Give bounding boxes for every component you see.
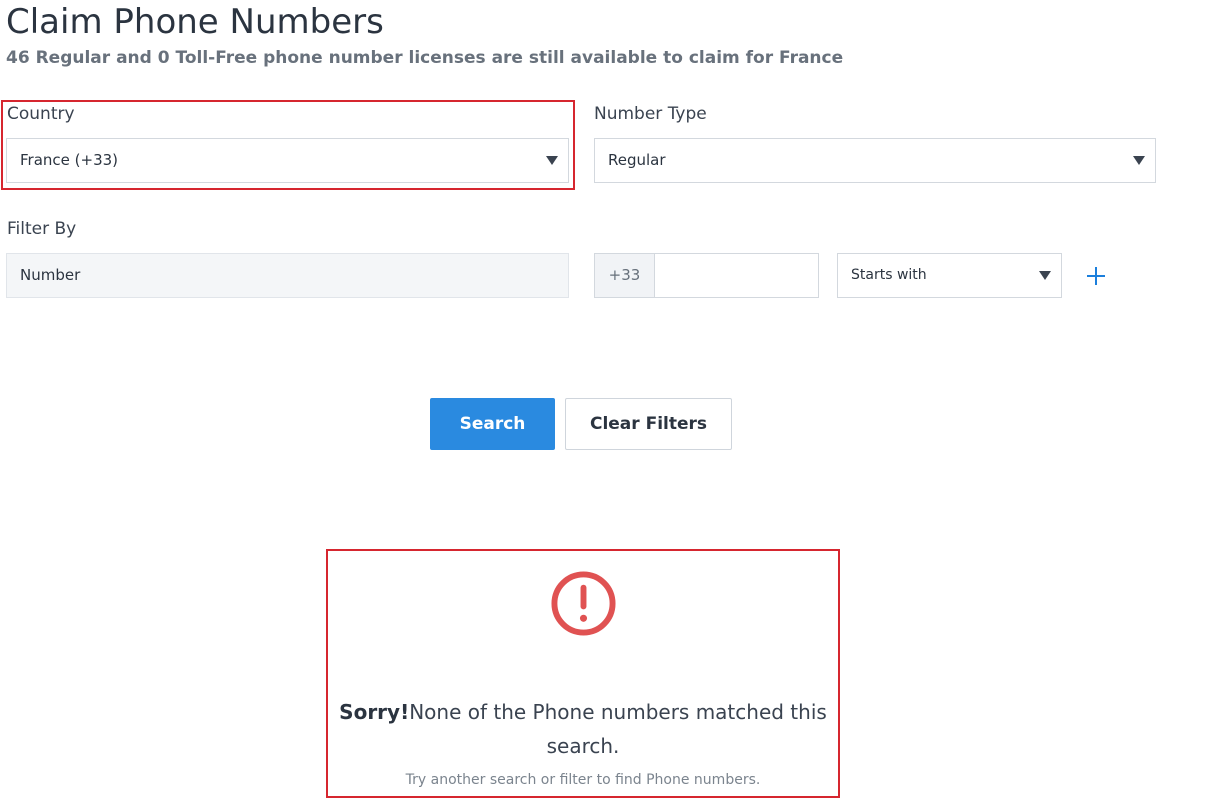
filter-field-value: Number <box>20 266 81 284</box>
country-select-value: France (+33) <box>20 151 119 169</box>
number-filter-input[interactable] <box>655 253 819 298</box>
match-type-select[interactable]: Starts with <box>837 253 1062 298</box>
country-label: Country <box>7 104 75 124</box>
caret-down-icon <box>546 156 558 165</box>
license-availability-text: 46 Regular and 0 Toll-Free phone number … <box>6 48 844 68</box>
empty-state-emphasis: Sorry! <box>339 700 410 724</box>
empty-state-text: None of the Phone numbers matched this s… <box>409 700 827 758</box>
alert-circle-icon <box>551 571 616 636</box>
filter-by-label: Filter By <box>7 219 77 239</box>
number-type-select-value: Regular <box>608 151 666 169</box>
number-type-select[interactable]: Regular <box>594 138 1156 183</box>
country-code-prefix: +33 <box>594 253 655 298</box>
filter-field-select[interactable]: Number <box>6 253 569 298</box>
caret-down-icon <box>1039 271 1051 280</box>
caret-down-icon <box>1133 156 1145 165</box>
search-button[interactable]: Search <box>430 398 555 450</box>
match-type-value: Starts with <box>851 267 927 283</box>
number-type-label: Number Type <box>594 104 707 124</box>
empty-state-message: Sorry!None of the Phone numbers matched … <box>330 695 836 763</box>
empty-state-hint: Try another search or filter to find Pho… <box>405 772 761 788</box>
country-select[interactable]: France (+33) <box>6 138 569 183</box>
add-filter-button[interactable] <box>1085 265 1107 287</box>
clear-filters-button[interactable]: Clear Filters <box>565 398 732 450</box>
page-title: Claim Phone Numbers <box>6 2 384 42</box>
